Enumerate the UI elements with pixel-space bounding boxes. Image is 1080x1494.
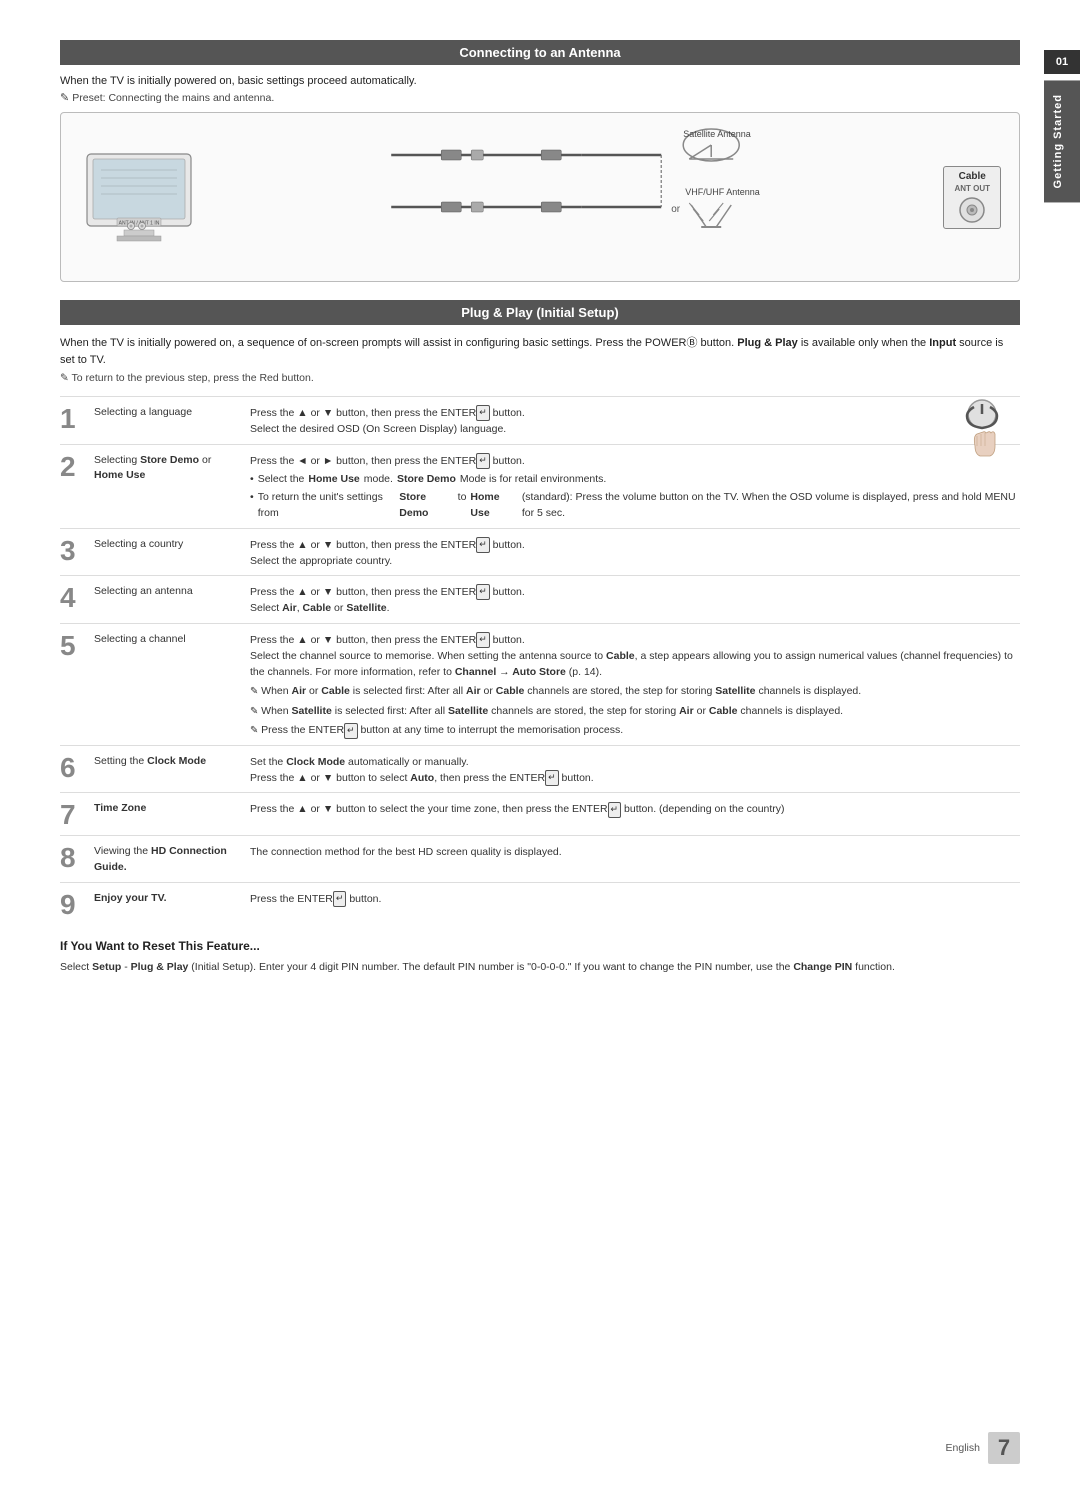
step-1-label: Selecting a language	[90, 403, 250, 421]
antenna-intro: When the TV is initially powered on, bas…	[60, 75, 1020, 87]
section-antenna-header: Connecting to an Antenna	[60, 40, 1020, 65]
cable-label: Cable	[959, 171, 986, 182]
plug-note: To return to the previous step, press th…	[60, 372, 1020, 384]
chapter-number: 01	[1044, 50, 1080, 74]
svg-text:or: or	[671, 204, 681, 215]
step-7-label: Time Zone	[90, 799, 250, 817]
section-antenna: Connecting to an Antenna When the TV is …	[60, 40, 1020, 282]
step-7-number: 7	[60, 799, 90, 829]
step-6-number: 6	[60, 752, 90, 782]
footer-page-number: 7	[988, 1432, 1020, 1464]
step-7-content: Press the ▲ or ▼ button to select the yo…	[250, 799, 1020, 817]
tv-svg: ANT IN / ANT 1 IN	[79, 142, 199, 252]
step-1-content: Press the ▲ or ▼ button, then press the …	[250, 403, 1020, 438]
step-5-number: 5	[60, 630, 90, 660]
step-2-label: Selecting Store Demo or Home Use	[90, 451, 250, 485]
antenna-diagram: ANT IN / ANT 1 IN or	[60, 112, 1020, 282]
step-1-number: 1	[60, 403, 90, 433]
step-2-number: 2	[60, 451, 90, 481]
step-5-label: Selecting a channel	[90, 630, 250, 648]
steps-wrapper: 1 Selecting a language Press the ▲ or ▼ …	[60, 396, 1020, 925]
plug-play-header: Plug & Play (Initial Setup)	[60, 300, 1020, 325]
step-4-number: 4	[60, 582, 90, 612]
step-9-label: Enjoy your TV.	[90, 889, 250, 907]
step-row-4: 4 Selecting an antenna Press the ▲ or ▼ …	[60, 575, 1020, 623]
page-footer: English 7	[946, 1432, 1020, 1464]
step-9-content: Press the ENTER↵ button.	[250, 889, 1020, 907]
step-3-label: Selecting a country	[90, 535, 250, 553]
section-plug-play: Plug & Play (Initial Setup) When the TV …	[60, 300, 1020, 925]
reset-section: If You Want to Reset This Feature... Sel…	[60, 939, 1020, 976]
step-4-label: Selecting an antenna	[90, 582, 250, 600]
step-9-number: 9	[60, 889, 90, 919]
step-row-7: 7 Time Zone Press the ▲ or ▼ button to s…	[60, 792, 1020, 835]
step-row-1: 1 Selecting a language Press the ▲ or ▼ …	[60, 396, 1020, 444]
step-8-number: 8	[60, 842, 90, 872]
plug-intro: When the TV is initially powered on, a s…	[60, 335, 1020, 368]
reset-title: If You Want to Reset This Feature...	[60, 939, 1020, 953]
connection-lines: or Satellite Antenna VHF/UHF Antenna	[205, 127, 937, 267]
step-6-label: Setting the Clock Mode	[90, 752, 250, 770]
step-row-9: 9 Enjoy your TV. Press the ENTER↵ button…	[60, 882, 1020, 925]
ant-out-label: ANT OUT	[954, 184, 990, 193]
step-5-content: Press the ▲ or ▼ button, then press the …	[250, 630, 1020, 739]
chapter-title: Getting Started	[1044, 80, 1080, 202]
step-row-8: 8 Viewing the HD Connection Guide. The c…	[60, 835, 1020, 882]
footer-language: English	[946, 1442, 980, 1454]
step-4-content: Press the ▲ or ▼ button, then press the …	[250, 582, 1020, 617]
step-8-label: Viewing the HD Connection Guide.	[90, 842, 250, 876]
step-row-6: 6 Setting the Clock Mode Set the Clock M…	[60, 745, 1020, 793]
step-6-content: Set the Clock Mode automatically or manu…	[250, 752, 1020, 787]
antenna-note: Preset: Connecting the mains and antenna…	[60, 91, 1020, 104]
step-row-3: 3 Selecting a country Press the ▲ or ▼ b…	[60, 528, 1020, 576]
cable-box: Cable ANT OUT	[943, 166, 1001, 229]
svg-text:VHF/UHF Antenna: VHF/UHF Antenna	[685, 187, 760, 197]
step-8-content: The connection method for the best HD sc…	[250, 842, 1020, 860]
step-3-content: Press the ▲ or ▼ button, then press the …	[250, 535, 1020, 570]
step-2-content: Press the ◄ or ► button, then press the …	[250, 451, 1020, 522]
step-row-2: 2 Selecting Store Demo or Home Use Press…	[60, 444, 1020, 528]
step-3-number: 3	[60, 535, 90, 565]
step-row-5: 5 Selecting a channel Press the ▲ or ▼ b…	[60, 623, 1020, 745]
reset-text: Select Setup - Plug & Play (Initial Setu…	[60, 959, 1020, 976]
power-hand-icon	[955, 396, 1010, 469]
svg-text:Satellite Antenna: Satellite Antenna	[683, 129, 751, 139]
